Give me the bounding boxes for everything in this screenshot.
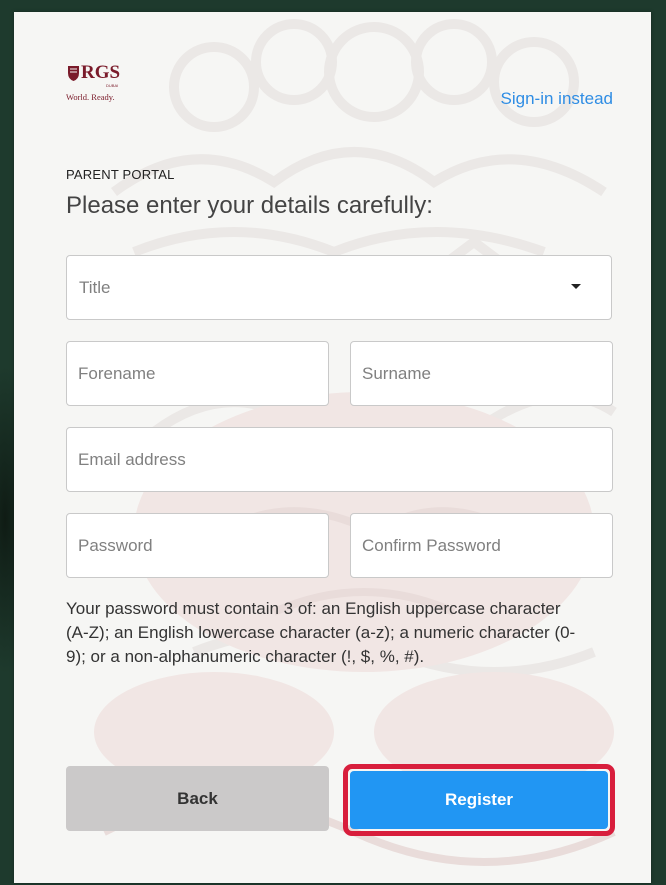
- password-input[interactable]: [66, 513, 329, 578]
- forename-input[interactable]: [66, 341, 329, 406]
- confirm-password-input[interactable]: [350, 513, 613, 578]
- email-input[interactable]: [66, 427, 613, 492]
- logo-tagline: World. Ready.: [66, 92, 115, 102]
- chevron-down-icon: [571, 284, 581, 289]
- back-button[interactable]: Back: [66, 766, 329, 831]
- password-requirements: Your password must contain 3 of: an Engl…: [66, 599, 576, 666]
- page-heading: Please enter your details carefully:: [66, 192, 433, 219]
- logo-location: DUBAI: [106, 83, 119, 88]
- registration-card: RGS DUBAI World. Ready. Sign-in instead …: [14, 12, 651, 883]
- crest-icon: [68, 66, 79, 81]
- portal-label: PARENT PORTAL: [66, 167, 175, 182]
- surname-input[interactable]: [350, 341, 613, 406]
- logo-wordmark: RGS: [81, 62, 121, 83]
- sign-in-instead-link[interactable]: Sign-in instead: [501, 89, 613, 109]
- title-select-value: Title: [79, 278, 111, 297]
- title-select[interactable]: Title: [66, 255, 612, 320]
- rgs-logo: RGS DUBAI World. Ready.: [66, 62, 136, 108]
- register-button[interactable]: Register: [350, 771, 608, 829]
